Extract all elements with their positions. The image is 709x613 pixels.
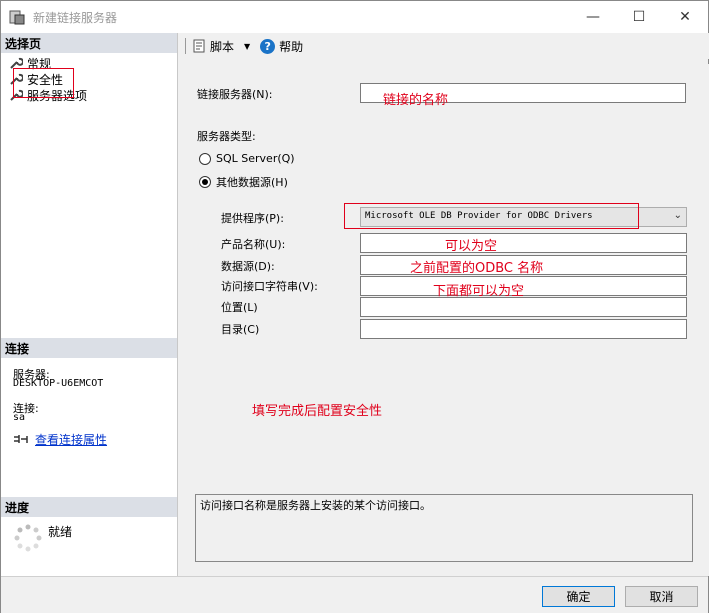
- annotation-configure-security: 填写完成后配置安全性: [252, 404, 383, 419]
- help-button[interactable]: ? 帮助: [260, 38, 303, 55]
- progress-header: 进度: [1, 497, 177, 517]
- ok-button[interactable]: 确定: [542, 586, 615, 607]
- provider-string-label: 访问接口字符串(V):: [221, 280, 318, 293]
- toolbar: 脚本 ▼ ? 帮助: [179, 33, 709, 59]
- select-page-header: 选择页: [1, 33, 177, 53]
- other-data-source-radio[interactable]: 其他数据源(H): [199, 174, 288, 190]
- sql-server-radio-label: SQL Server(Q): [216, 152, 295, 165]
- linked-server-label: 链接服务器(N):: [197, 88, 273, 101]
- radio-circle: [199, 176, 211, 188]
- progress-status: 就绪: [48, 525, 73, 539]
- view-connection-properties-label: 查看连接属性: [35, 433, 108, 447]
- location-label: 位置(L): [221, 301, 258, 314]
- script-label: 脚本: [210, 39, 235, 54]
- chevron-down-icon: ⌄: [673, 210, 682, 221]
- security-highlight-box: [13, 68, 74, 98]
- connection-value: sa: [13, 412, 26, 423]
- title-bar: 新建链接服务器 — ☐ ✕: [1, 1, 708, 33]
- view-connection-properties-link[interactable]: 查看连接属性: [13, 431, 107, 448]
- connection-header: 连接: [1, 338, 177, 358]
- radio-selected-dot: [202, 179, 208, 185]
- annotation-odbc-name: 之前配置的ODBC 名称: [410, 261, 544, 276]
- provider-label: 提供程序(P):: [221, 212, 284, 225]
- script-icon: [193, 39, 205, 53]
- script-dropdown-icon[interactable]: ▼: [244, 42, 250, 51]
- description-text: 访问接口名称是服务器上安装的某个访问接口。: [200, 499, 431, 512]
- minimize-button[interactable]: —: [570, 1, 616, 33]
- left-pane: 选择页 常规 安全性 服务器选项 连接 服务器: DESKTOP-U6EMCOT…: [1, 33, 178, 576]
- toolbar-grip: [185, 38, 186, 54]
- catalog-label: 目录(C): [221, 323, 260, 336]
- maximize-button[interactable]: ☐: [616, 1, 662, 33]
- progress-spinner-icon: [14, 524, 42, 552]
- catalog-input[interactable]: [360, 319, 687, 339]
- provider-highlight-box: [344, 203, 639, 229]
- product-name-input[interactable]: [360, 233, 687, 253]
- server-type-label: 服务器类型:: [197, 130, 256, 143]
- help-icon: ?: [260, 38, 276, 54]
- app-icon: [9, 10, 25, 25]
- annotation-linked-name: 链接的名称: [383, 93, 449, 108]
- radio-circle: [199, 152, 211, 165]
- script-button[interactable]: 脚本: [192, 38, 234, 55]
- help-label: 帮助: [279, 39, 304, 54]
- data-source-label: 数据源(D):: [221, 260, 275, 273]
- connection-properties-icon: [14, 434, 28, 443]
- server-value: DESKTOP-U6EMCOT: [13, 378, 104, 389]
- cancel-button[interactable]: 取消: [625, 586, 698, 607]
- location-input[interactable]: [360, 297, 687, 317]
- product-name-label: 产品名称(U):: [221, 238, 286, 251]
- close-button[interactable]: ✕: [662, 1, 708, 33]
- sql-server-radio[interactable]: SQL Server(Q): [199, 152, 295, 165]
- other-data-source-radio-label: 其他数据源(H): [216, 176, 288, 189]
- dialog-footer: 确定 取消: [1, 576, 708, 613]
- new-linked-server-dialog: 新建链接服务器 — ☐ ✕ 选择页 常规 安全性 服务器选项 连接 服务器: D…: [0, 0, 709, 613]
- description-box: 访问接口名称是服务器上安装的某个访问接口。: [195, 494, 693, 562]
- annotation-can-be-empty: 可以为空: [445, 239, 498, 254]
- window-title: 新建链接服务器: [33, 11, 118, 25]
